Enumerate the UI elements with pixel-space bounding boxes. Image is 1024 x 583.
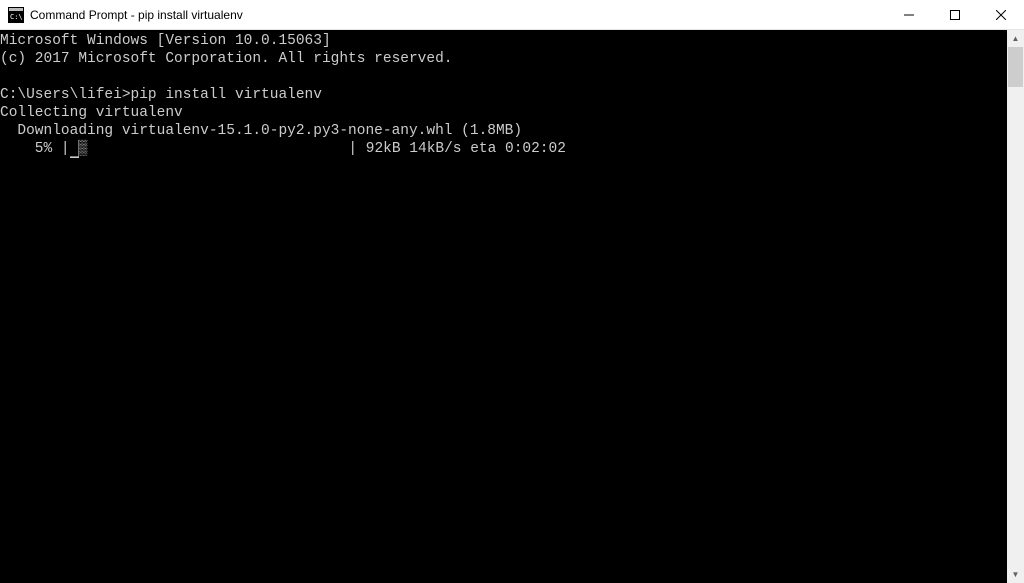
titlebar: C:\ Command Prompt - pip install virtual…	[0, 0, 1024, 30]
output-line: (c) 2017 Microsoft Corporation. All righ…	[0, 51, 452, 67]
progress-empty	[87, 141, 348, 157]
prompt: C:\Users\lifei>	[0, 87, 131, 103]
progress-percent: 5%	[0, 141, 61, 157]
terminal[interactable]: Microsoft Windows [Version 10.0.15063] (…	[0, 30, 1007, 583]
minimize-button[interactable]	[886, 0, 932, 29]
close-button[interactable]	[978, 0, 1024, 29]
output-line: Microsoft Windows [Version 10.0.15063]	[0, 33, 331, 49]
output-line: Downloading virtualenv-15.1.0-py2.py3-no…	[0, 123, 522, 139]
progress-bar-end: |	[348, 141, 357, 157]
cmd-icon: C:\	[8, 7, 24, 23]
progress-bar-start: |	[61, 141, 70, 157]
scroll-up-arrow-icon[interactable]: ▲	[1007, 30, 1024, 47]
output-line: Collecting virtualenv	[0, 105, 183, 121]
window-title: Command Prompt - pip install virtualenv	[30, 8, 886, 22]
progress-stats: 92kB 14kB/s eta 0:02:02	[357, 141, 566, 157]
progress-filled: █	[70, 140, 79, 158]
svg-text:C:\: C:\	[10, 13, 23, 21]
maximize-button[interactable]	[932, 0, 978, 29]
window-controls	[886, 0, 1024, 29]
vertical-scrollbar[interactable]: ▲ ▼	[1007, 30, 1024, 583]
scrollbar-thumb[interactable]	[1008, 47, 1023, 87]
command-text: pip install virtualenv	[131, 87, 322, 103]
scroll-down-arrow-icon[interactable]: ▼	[1007, 566, 1024, 583]
terminal-wrapper: Microsoft Windows [Version 10.0.15063] (…	[0, 30, 1024, 583]
